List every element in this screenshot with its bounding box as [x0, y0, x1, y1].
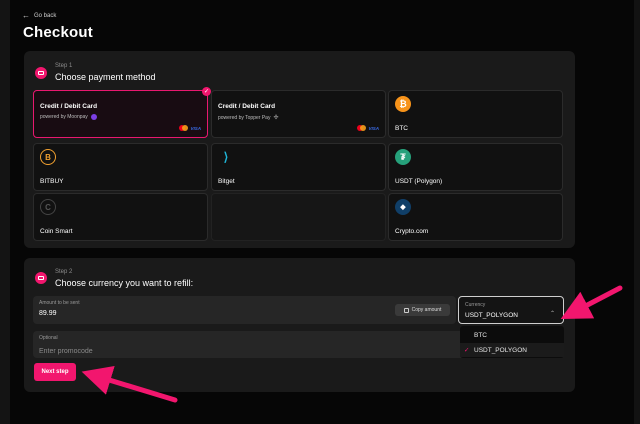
mastercard-icon	[357, 125, 367, 131]
method-name: BTC	[395, 125, 408, 132]
selected-check-icon: ✓	[202, 87, 211, 96]
bitget-icon: ⟩	[223, 150, 229, 164]
currency-option-btc[interactable]: BTC	[460, 328, 564, 342]
moonpay-icon	[90, 114, 97, 120]
method-topper-card[interactable]: Credit / Debit Card powered by Topper Pa…	[211, 90, 386, 138]
method-cryptocom[interactable]: ◆ Crypto.com	[388, 193, 563, 241]
card-brands: VISA	[179, 125, 201, 131]
visa-icon: VISA	[190, 125, 201, 131]
provider-label: powered by Topper Pay	[218, 114, 271, 121]
check-icon: ✓	[464, 347, 470, 354]
copy-amount-label: Copy amount	[411, 307, 442, 313]
promocode-label: Optional	[39, 335, 58, 341]
go-back-label: Go back	[34, 13, 57, 19]
chevron-up-icon: ⌃	[549, 311, 555, 317]
tether-icon: ₮	[395, 149, 411, 165]
method-name: Coin Smart	[40, 228, 73, 235]
method-btc[interactable]: ₿ BTC	[388, 90, 563, 138]
provider-label: powered by Moonpay	[40, 114, 88, 120]
coinsmart-icon: C	[40, 199, 56, 215]
method-usdt-polygon[interactable]: ₮ USDT (Polygon)	[388, 143, 563, 191]
page-title: Checkout	[23, 24, 93, 41]
copy-icon	[403, 307, 409, 313]
go-back-link[interactable]: ← Go back	[22, 12, 56, 20]
visa-icon: VISA	[368, 125, 379, 131]
method-moonpay-card[interactable]: Credit / Debit Card powered by Moonpay V…	[33, 87, 211, 138]
step-title: Choose payment method	[55, 72, 156, 82]
currency-label: Currency	[465, 302, 486, 308]
amount-label: Amount to be sent	[39, 300, 80, 306]
method-bitget[interactable]: ⟩ Bitget	[211, 143, 386, 191]
copy-amount-button[interactable]: Copy amount	[395, 304, 450, 316]
bitbuy-icon: B	[40, 149, 56, 165]
step-label: Step 1	[55, 63, 73, 69]
cryptocom-icon: ◆	[395, 199, 411, 215]
method-name: Credit / Debit Card	[40, 103, 98, 110]
amount-value: 89.99	[39, 310, 57, 317]
wallet-icon	[35, 67, 47, 79]
empty-tile	[211, 193, 386, 241]
step-label: Step 2	[55, 269, 73, 275]
method-provider: powered by Topper Pay ✢	[218, 114, 279, 122]
method-name: BITBUY	[40, 178, 64, 185]
method-name: USDT (Polygon)	[395, 178, 443, 185]
method-provider: powered by Moonpay	[40, 114, 97, 120]
currency-section: Step 2 Choose currency you want to refil…	[24, 258, 575, 392]
step-title: Choose currency you want to refill:	[55, 278, 194, 288]
arrow-to-currency-icon	[560, 285, 623, 319]
option-label: BTC	[474, 332, 487, 339]
currency-option-usdt-polygon[interactable]: ✓ USDT_POLYGON	[460, 343, 564, 357]
next-step-button[interactable]: Next step	[34, 363, 76, 381]
method-name: Crypto.com	[395, 228, 429, 235]
currency-select[interactable]: Currency USDT_POLYGON ⌃	[458, 296, 564, 324]
bitcoin-icon: ₿	[395, 96, 411, 112]
left-edge-panel	[0, 0, 10, 424]
right-edge-panel	[634, 0, 640, 424]
mastercard-icon	[179, 125, 189, 131]
method-bitbuy[interactable]: B BITBUY	[33, 143, 208, 191]
currency-dropdown: BTC ✓ USDT_POLYGON	[460, 326, 564, 358]
method-coinsmart[interactable]: C Coin Smart	[33, 193, 208, 241]
card-brands: VISA	[357, 125, 379, 131]
method-name: Bitget	[218, 178, 235, 185]
topper-icon: ✢	[273, 115, 279, 121]
payment-method-section: Step 1 Choose payment method Credit / De…	[24, 51, 575, 248]
amount-field[interactable]: Amount to be sent 89.99 Copy amount	[33, 296, 456, 324]
method-name: Credit / Debit Card	[218, 103, 276, 110]
promocode-placeholder: Enter promocode	[39, 348, 93, 355]
currency-value: USDT_POLYGON	[465, 312, 518, 319]
option-label: USDT_POLYGON	[474, 347, 527, 354]
arrow-left-icon: ←	[22, 11, 30, 20]
wallet-icon	[35, 272, 47, 284]
